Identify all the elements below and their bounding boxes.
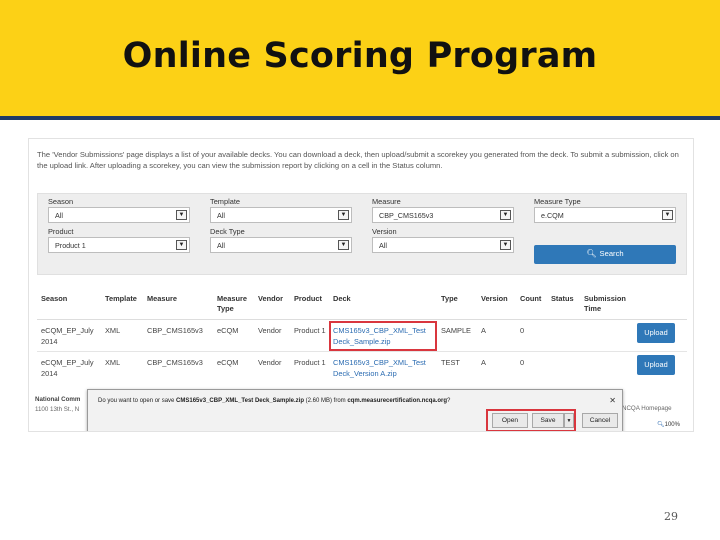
dialog-message-prefix: Do you want to open or save	[98, 398, 177, 404]
season-value: All	[55, 211, 63, 220]
measure-type-select[interactable]: e.CQM ▼	[534, 207, 676, 223]
cell-product: Product 1	[294, 358, 326, 367]
banner-divider	[0, 116, 720, 120]
search-button[interactable]: 🔍︎ Search	[534, 245, 676, 264]
footer-org: National Comm	[35, 396, 81, 403]
download-dialog: Do you want to open or save CMS165v3_CBP…	[87, 389, 623, 431]
deck-link-highlight	[329, 321, 437, 351]
measure-label: Measure	[372, 197, 401, 206]
cell-template: XML	[105, 326, 121, 335]
cell-measure-type: eCQM	[217, 326, 239, 335]
table-row: eCQM_EP_July 2014 XML CBP_CMS165v3 eCQM …	[37, 353, 687, 383]
dialog-message: Do you want to open or save CMS165v3_CBP…	[98, 398, 450, 404]
cell-measure: CBP_CMS165v3	[147, 358, 203, 367]
deck-download-link[interactable]: CMS165v3_CBP_XML_Test Deck_Version A.zip	[333, 357, 441, 379]
zoom-indicator[interactable]: 🔍︎100%	[657, 421, 680, 428]
measure-value: CBP_CMS165v3	[379, 211, 434, 220]
col-header-measure: Measure	[147, 294, 177, 303]
cell-count: 0	[520, 326, 525, 335]
deck-type-select[interactable]: All ▼	[210, 237, 352, 253]
col-header-product: Product	[294, 294, 322, 303]
col-header-template: Template	[105, 294, 137, 303]
upload-button[interactable]: Upload	[637, 323, 675, 343]
season-select[interactable]: All ▼	[48, 207, 190, 223]
deck-type-label: Deck Type	[210, 227, 245, 236]
chevron-down-icon: ▼	[176, 240, 187, 250]
measure-type-label: Measure Type	[534, 197, 581, 206]
chevron-down-icon: ▼	[500, 240, 511, 250]
col-header-status: Status	[551, 294, 574, 303]
page-number: 29	[664, 510, 678, 523]
cell-season: eCQM_EP_July 2014	[41, 358, 94, 378]
chevron-down-icon: ▼	[338, 240, 349, 250]
template-select[interactable]: All ▼	[210, 207, 352, 223]
screenshot-panel: The 'Vendor Submissions' page displays a…	[28, 138, 694, 432]
zoom-level: 100%	[664, 422, 680, 428]
cell-template: XML	[105, 358, 121, 367]
search-icon: 🔍︎	[586, 249, 597, 258]
template-label: Template	[210, 197, 240, 206]
measure-select[interactable]: CBP_CMS165v3 ▼	[372, 207, 514, 223]
dialog-host: cqm.measurecertification.ncqa.org	[347, 398, 448, 404]
slide-title: Online Scoring Program	[122, 36, 598, 76]
footer-address: 1100 13th St., N	[35, 406, 80, 413]
filter-panel: Season All ▼ Template All ▼ Measure CBP_…	[37, 193, 687, 275]
product-label: Product	[48, 227, 74, 236]
version-select[interactable]: All ▼	[372, 237, 514, 253]
cell-type: SAMPLE	[441, 326, 471, 335]
col-header-deck: Deck	[333, 294, 351, 303]
cell-vendor: Vendor	[258, 358, 282, 367]
season-label: Season	[48, 197, 74, 206]
intro-text: The 'Vendor Submissions' page displays a…	[37, 150, 679, 170]
header-divider	[37, 319, 687, 320]
cell-count: 0	[520, 358, 525, 367]
title-banner: Online Scoring Program	[0, 0, 720, 116]
col-header-vendor: Vendor	[258, 294, 284, 303]
cancel-button[interactable]: Cancel	[582, 413, 618, 428]
upload-button[interactable]: Upload	[637, 355, 675, 375]
dialog-file-size: (2.60 MB) from	[304, 398, 348, 404]
row-divider	[37, 351, 687, 352]
product-select[interactable]: Product 1 ▼	[48, 237, 190, 253]
col-header-season: Season	[41, 294, 68, 303]
cell-measure-type: eCQM	[217, 358, 239, 367]
cell-version: A	[481, 358, 486, 367]
cell-product: Product 1	[294, 326, 326, 335]
template-value: All	[217, 211, 225, 220]
search-label: Search	[599, 249, 624, 258]
col-header-submission-time: Submission Time	[584, 294, 626, 313]
dialog-buttons-highlight	[486, 409, 576, 431]
cell-measure: CBP_CMS165v3	[147, 326, 203, 335]
col-header-measure-type: Measure Type	[217, 294, 247, 313]
dialog-message-suffix: ?	[447, 398, 451, 404]
cell-season: eCQM_EP_July 2014	[41, 326, 94, 346]
chevron-down-icon: ▼	[338, 210, 349, 220]
version-value: All	[379, 241, 387, 250]
version-label: Version	[372, 227, 397, 236]
chevron-down-icon: ▼	[500, 210, 511, 220]
product-value: Product 1	[55, 241, 86, 250]
cell-vendor: Vendor	[258, 326, 282, 335]
zoom-icon: 🔍︎	[657, 422, 665, 428]
measure-type-value: e.CQM	[541, 211, 564, 220]
cell-version: A	[481, 326, 486, 335]
col-header-version: Version	[481, 294, 508, 303]
close-icon[interactable]: ✕	[609, 396, 616, 405]
col-header-count: Count	[520, 294, 542, 303]
cell-type: TEST	[441, 358, 460, 367]
chevron-down-icon: ▼	[662, 210, 673, 220]
footer-homepage-link[interactable]: NCQA Homepage	[622, 405, 672, 412]
col-header-type: Type	[441, 294, 458, 303]
chevron-down-icon: ▼	[176, 210, 187, 220]
dialog-file-name: CMS165v3_CBP_XML_Test Deck_Sample.zip	[176, 398, 304, 404]
deck-type-value: All	[217, 241, 225, 250]
site-footer: National Comm 1100 13th St., N	[35, 395, 80, 415]
